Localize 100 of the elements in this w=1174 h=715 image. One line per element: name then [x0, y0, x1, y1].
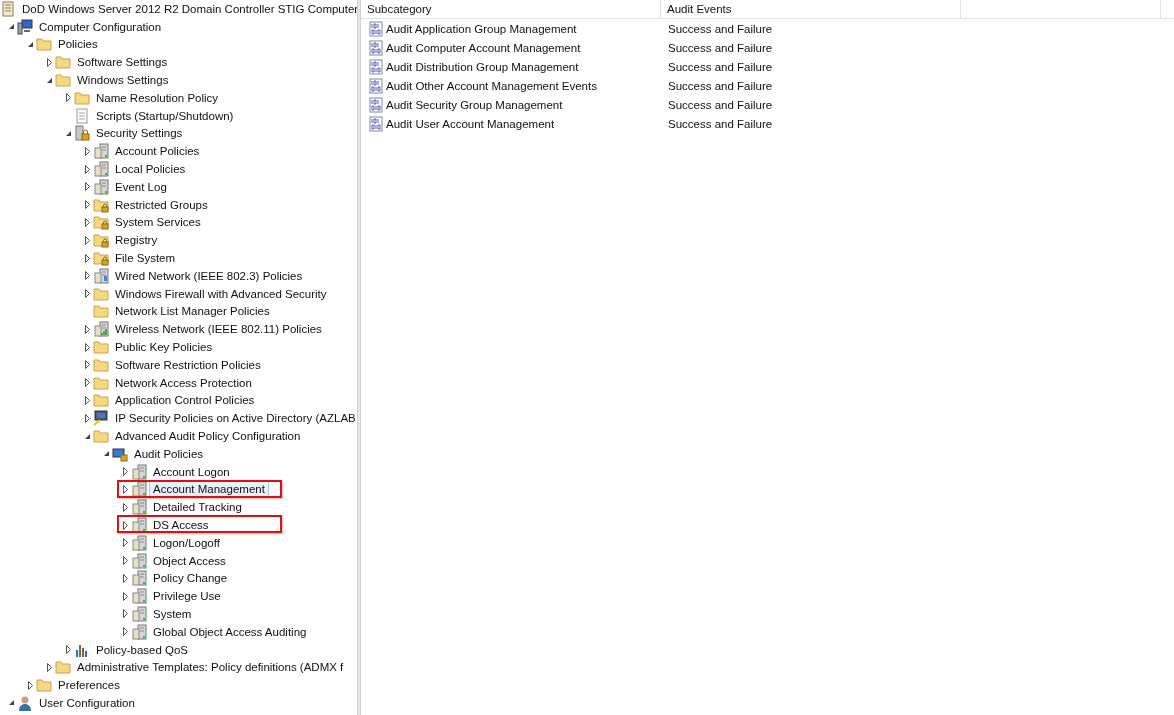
- column-header[interactable]: Subcategory: [361, 0, 661, 18]
- collapsed-arrow-icon[interactable]: [82, 234, 93, 246]
- tree-item[interactable]: DS Access: [149, 517, 213, 533]
- tree-item[interactable]: Object Access: [149, 552, 230, 569]
- collapsed-arrow-icon[interactable]: [120, 483, 131, 495]
- collapsed-arrow-icon[interactable]: [120, 608, 131, 620]
- tree-item[interactable]: Software Settings: [73, 54, 172, 71]
- tree-item[interactable]: Public Key Policies: [111, 339, 217, 356]
- folder-icon: [93, 303, 109, 320]
- binary-document-icon: [368, 96, 384, 113]
- tree-item[interactable]: Wireless Network (IEEE 802.11) Policies: [111, 321, 326, 338]
- binary-document-icon: [368, 115, 384, 132]
- collapsed-arrow-icon[interactable]: [82, 412, 93, 424]
- tree-item[interactable]: Logon/Logoff: [149, 534, 224, 551]
- folder-icon: [36, 677, 52, 694]
- tree-item[interactable]: Advanced Audit Policy Configuration: [111, 428, 305, 444]
- collapsed-arrow-icon[interactable]: [82, 359, 93, 371]
- tree-item[interactable]: IP Security Policies on Active Directory (AZLAB: [111, 410, 357, 427]
- tree-item[interactable]: System Services: [111, 214, 205, 231]
- table-cell: Audit Distribution Group Management: [386, 60, 579, 73]
- server-icon: [131, 481, 147, 498]
- collapsed-arrow-icon[interactable]: [82, 163, 93, 175]
- table-cell: Success and Failure: [668, 117, 773, 130]
- folder-icon: [74, 89, 90, 106]
- collapsed-arrow-icon[interactable]: [120, 555, 131, 567]
- server-icon: [93, 161, 109, 178]
- tree-item[interactable]: Security Settings: [92, 125, 187, 142]
- tree-item[interactable]: Application Control Policies: [111, 392, 259, 409]
- collapsed-arrow-icon[interactable]: [44, 56, 55, 68]
- tree-item[interactable]: Software Restriction Policies: [111, 356, 265, 373]
- collapsed-arrow-icon[interactable]: [120, 590, 131, 602]
- table-cell: Audit Other Account Management Events: [386, 79, 597, 92]
- collapsed-arrow-icon[interactable]: [82, 270, 93, 282]
- collapsed-arrow-icon[interactable]: [82, 377, 93, 389]
- collapsed-arrow-icon[interactable]: [82, 252, 93, 264]
- tree-item[interactable]: Administrative Templates: Policy definitions (ADMX f: [73, 659, 348, 676]
- server-lock-icon: [74, 125, 90, 142]
- tree-item[interactable]: Restricted Groups: [111, 196, 212, 213]
- collapsed-arrow-icon[interactable]: [25, 679, 36, 691]
- collapsed-arrow-icon[interactable]: [82, 199, 93, 211]
- binary-document-icon: [368, 58, 384, 75]
- tree-item[interactable]: Computer Configuration: [35, 18, 166, 35]
- collapsed-arrow-icon[interactable]: [82, 216, 93, 228]
- server-icon: [93, 143, 109, 160]
- collapsed-arrow-icon[interactable]: [82, 288, 93, 300]
- folder-icon: [93, 285, 109, 302]
- tree-item[interactable]: Account Logon: [149, 463, 234, 480]
- binary-document-icon: [368, 20, 384, 37]
- table-cell: Audit User Account Management: [386, 117, 555, 130]
- table-cell: Audit Application Group Management: [386, 22, 577, 35]
- collapsed-arrow-icon[interactable]: [120, 466, 131, 478]
- collapsed-arrow-icon[interactable]: [82, 323, 93, 335]
- tree-item[interactable]: Scripts (Startup/Shutdown): [92, 107, 238, 124]
- collapsed-arrow-icon[interactable]: [120, 626, 131, 638]
- server-icon: [131, 463, 147, 480]
- tree-item[interactable]: Policy-based QoS: [92, 641, 193, 658]
- tree-item[interactable]: Registry: [111, 232, 162, 249]
- tree-item[interactable]: Windows Settings: [73, 72, 173, 89]
- collapsed-arrow-icon[interactable]: [63, 92, 74, 104]
- folder-lock-icon: [93, 232, 109, 249]
- tree-item[interactable]: Windows Firewall with Advanced Security: [111, 285, 331, 302]
- folder-lock-icon: [93, 196, 109, 213]
- tree-item[interactable]: Policies: [54, 36, 102, 53]
- tree-item[interactable]: System: [149, 606, 196, 622]
- collapsed-arrow-icon[interactable]: [82, 181, 93, 193]
- collapsed-arrow-icon[interactable]: [120, 501, 131, 513]
- tree-item[interactable]: Audit Policies: [130, 445, 208, 462]
- binary-document-icon: [368, 77, 384, 94]
- table-cell: Success and Failure: [668, 22, 773, 35]
- folder-icon: [93, 428, 109, 444]
- tree-item[interactable]: Detailed Tracking: [149, 499, 246, 516]
- collapsed-arrow-icon[interactable]: [120, 537, 131, 549]
- collapsed-arrow-icon[interactable]: [44, 661, 55, 673]
- collapsed-arrow-icon[interactable]: [120, 519, 131, 531]
- wireless-server-icon: [93, 321, 109, 338]
- column-header[interactable]: Audit Events: [661, 0, 961, 18]
- tree-item[interactable]: Wired Network (IEEE 802.3) Policies: [111, 267, 307, 284]
- tree-item[interactable]: Preferences: [54, 677, 124, 694]
- collapsed-arrow-icon[interactable]: [82, 341, 93, 353]
- tree-item[interactable]: Global Object Access Auditing: [149, 623, 311, 640]
- tree-item[interactable]: Privilege Use: [149, 588, 225, 605]
- tree-item[interactable]: File System: [111, 250, 180, 267]
- collapsed-arrow-icon[interactable]: [82, 145, 93, 157]
- folder-icon: [55, 72, 71, 89]
- collapsed-arrow-icon[interactable]: [63, 644, 74, 656]
- tree-item[interactable]: Name Resolution Policy: [92, 89, 223, 106]
- collapsed-arrow-icon[interactable]: [120, 572, 131, 584]
- folder-icon: [55, 659, 71, 676]
- tree-item[interactable]: Account Policies: [111, 143, 204, 160]
- tree-item[interactable]: Network List Manager Policies: [111, 303, 274, 320]
- tree-item[interactable]: Event Log: [111, 178, 171, 195]
- tree-item[interactable]: Policy Change: [149, 570, 232, 587]
- collapsed-arrow-icon[interactable]: [82, 394, 93, 406]
- network-server-icon: [93, 267, 109, 284]
- binary-document-icon: [368, 39, 384, 56]
- tree-item[interactable]: Network Access Protection: [111, 374, 256, 391]
- folder-icon: [93, 392, 109, 409]
- tree-item[interactable]: User Configuration: [35, 694, 139, 711]
- user-icon: [17, 694, 33, 711]
- tree-item[interactable]: Local Policies: [111, 161, 190, 178]
